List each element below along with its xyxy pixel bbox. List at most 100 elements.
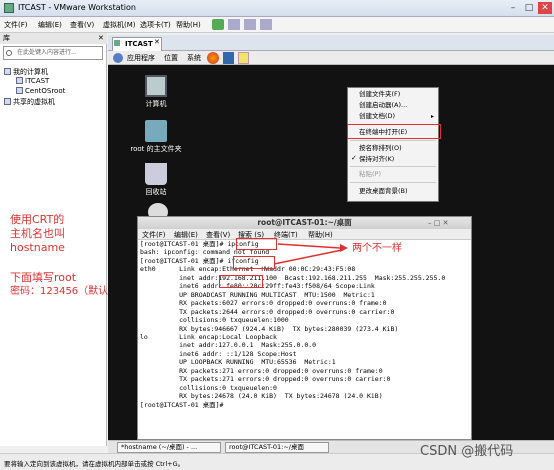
tree-label: 共享的虚拟机 xyxy=(13,98,55,106)
terminal-menu-view[interactable]: 查看(V) xyxy=(206,230,230,240)
revert-icon[interactable] xyxy=(244,19,256,30)
menu-help[interactable]: 帮助(H) xyxy=(176,20,201,30)
menu-separator xyxy=(350,166,436,167)
tree-vm-centosroot[interactable]: CentOSroot xyxy=(16,87,65,95)
terminal-menu-file[interactable]: 文件(F) xyxy=(142,230,166,240)
desktop-context-menu: 创建文件夹(F) 创建启动器(A)... 创建文档(D) ▸ 在终端中打开(E)… xyxy=(347,87,439,202)
annotation-arrow-label: 两个不一样 xyxy=(352,243,402,254)
terminal-line: inet addr:127.0.0.1 Mask:255.0.0.0 xyxy=(140,341,317,350)
menu-vm[interactable]: 虚拟机(M) xyxy=(103,20,136,30)
highlight-box xyxy=(347,124,441,139)
annotation-line: hostname xyxy=(10,241,65,254)
library-panel: 库 ✕ 在此处键入内容进行... 我的计算机 ITCAST CentOSroot… xyxy=(0,33,118,446)
desktop-icon-label: root 的主文件夹 xyxy=(130,145,182,153)
home-icon xyxy=(114,40,120,46)
menu-separator xyxy=(350,182,436,183)
power-icon[interactable] xyxy=(212,19,224,30)
terminal-line: inet6 addr: ::1/128 Scope:Host xyxy=(140,349,297,358)
terminal-line: [root@ITCAST-01 桌面]# xyxy=(140,400,228,409)
search-icon xyxy=(6,50,12,56)
library-close-icon[interactable]: ✕ xyxy=(98,34,104,42)
firefox-icon[interactable] xyxy=(207,52,219,64)
annotation-arrows xyxy=(273,243,348,265)
tab-close-icon[interactable]: ✕ xyxy=(154,38,160,46)
tree-shared-vms[interactable]: 共享的虚拟机 xyxy=(4,97,55,107)
gnome-menu-apps[interactable]: 应用程序 xyxy=(127,53,155,63)
minimize-button[interactable]: – xyxy=(506,2,520,14)
terminal-line: collisions:0 txqueuelen:1000 xyxy=(140,316,289,325)
terminal-window-buttons[interactable]: – □ ✕ xyxy=(428,219,448,227)
desktop-icon-computer[interactable]: 计算机 xyxy=(126,75,186,109)
terminal-line: RX bytes:946667 (924.4 KiB) TX bytes:280… xyxy=(140,324,399,333)
terminal-line: RX bytes:24678 (24.0 KiB) TX bytes:24678… xyxy=(140,392,383,401)
terminal-line: collisions:0 txqueuelen:0 xyxy=(140,383,277,392)
computer-icon xyxy=(4,68,11,75)
annotation-line: 下面填写root xyxy=(10,271,77,284)
menu-tabs[interactable]: 选项卡(T) xyxy=(140,20,171,30)
desktop-icon-trash[interactable]: 回收站 xyxy=(126,163,186,197)
library-header: 库 xyxy=(0,33,107,44)
terminal-title: root@ITCAST-01:~/桌面 xyxy=(138,217,471,229)
tab-label: ITCAST xyxy=(125,40,153,48)
taskbar-item-terminal[interactable]: root@ITCAST-01:~/桌面 xyxy=(225,442,329,453)
watermark: CSDN @搬代码 xyxy=(420,444,514,459)
gnome-menu-places[interactable]: 位置 xyxy=(164,53,178,63)
menu-create-document[interactable]: 创建文档(D) xyxy=(348,111,438,121)
status-text: 要将输入定向到该虚拟机，请在虚拟机内部单击或按 Ctrl+G。 xyxy=(4,460,185,468)
close-button[interactable]: ✕ xyxy=(538,2,552,14)
tree-label: 我的计算机 xyxy=(13,68,48,76)
terminal-line: lo Link encap:Local Loopback xyxy=(140,332,277,341)
menu-create-launcher[interactable]: 创建启动器(A)... xyxy=(348,100,438,110)
menu-bar: 文件(F) 编辑(E) 查看(V) 虚拟机(M) 选项卡(T) 帮助(H) xyxy=(0,17,554,33)
desktop-icon-label: 回收站 xyxy=(145,188,167,196)
tree-vm-itcast[interactable]: ITCAST xyxy=(16,77,49,85)
checkmark-icon: ✓ xyxy=(351,154,357,162)
tree-label: ITCAST xyxy=(25,77,50,85)
menu-paste[interactable]: 粘贴(P) xyxy=(348,169,438,179)
note-icon[interactable] xyxy=(238,52,249,64)
home-folder-icon xyxy=(145,120,167,142)
highlight-box xyxy=(219,275,263,288)
vm-icon xyxy=(16,77,23,84)
terminal-line: RX packets:6027 errors:0 dropped:0 overr… xyxy=(140,299,387,308)
window-title: ITCAST - VMware Workstation xyxy=(18,3,136,12)
trash-icon xyxy=(145,163,167,185)
terminal-line: UP BROADCAST RUNNING MULTICAST MTU:1500 … xyxy=(140,290,375,299)
annotation-line: 主机名也叫 xyxy=(10,227,65,240)
annotation-line: 密码：123456（默认） xyxy=(10,286,119,297)
email-icon[interactable] xyxy=(223,52,234,64)
menu-keep-aligned[interactable]: 保持对齐(K) xyxy=(348,154,438,164)
tree-my-computer[interactable]: 我的计算机 xyxy=(4,67,48,77)
vm-icon xyxy=(16,87,23,94)
snapshot-icon[interactable] xyxy=(228,19,240,30)
terminal-line: TX packets:2644 errors:0 dropped:0 overr… xyxy=(140,307,395,316)
shared-icon xyxy=(4,98,11,105)
menu-edit[interactable]: 编辑(E) xyxy=(38,20,62,30)
tree-label: CentOSroot xyxy=(25,87,66,95)
vm-tab-bar: ITCAST ✕ xyxy=(108,35,554,51)
terminal-line: UP LOOPBACK RUNNING MTU:65536 Metric:1 xyxy=(140,358,336,367)
vmware-logo-icon xyxy=(4,3,14,13)
menu-view[interactable]: 查看(V) xyxy=(70,20,94,30)
gnome-menu-system[interactable]: 系统 xyxy=(187,53,201,63)
library-search-input[interactable]: 在此处键入内容进行... xyxy=(3,46,103,60)
computer-icon xyxy=(145,75,167,97)
taskbar-item-hostname[interactable]: *hostname (~/桌面) - ... xyxy=(117,442,221,453)
maximize-button[interactable]: □ xyxy=(522,2,536,14)
annotation-line: 使用CRT的 xyxy=(10,213,65,226)
menu-create-folder[interactable]: 创建文件夹(F) xyxy=(348,89,438,99)
desktop-icon-label: 计算机 xyxy=(145,100,167,108)
terminal-line: TX packets:271 errors:0 dropped:0 overru… xyxy=(140,375,391,384)
desktop-icon-home[interactable]: root 的主文件夹 xyxy=(126,120,186,154)
menu-change-background[interactable]: 更改桌面背景(B) xyxy=(348,186,438,196)
menu-file[interactable]: 文件(F) xyxy=(4,20,28,30)
gnome-panel: 应用程序 位置 系统 xyxy=(108,51,554,65)
gnome-foot-icon xyxy=(113,53,123,63)
title-bar: ITCAST - VMware Workstation – □ ✕ xyxy=(0,0,554,17)
menu-sort-by-name[interactable]: 按名称排列(O) xyxy=(348,143,438,153)
fullscreen-icon[interactable] xyxy=(260,19,272,30)
terminal-line: RX packets:271 errors:0 dropped:0 overru… xyxy=(140,366,383,375)
submenu-arrow-icon: ▸ xyxy=(431,113,435,120)
menu-separator xyxy=(350,140,436,141)
terminal-menu-edit[interactable]: 编辑(E) xyxy=(174,230,198,240)
